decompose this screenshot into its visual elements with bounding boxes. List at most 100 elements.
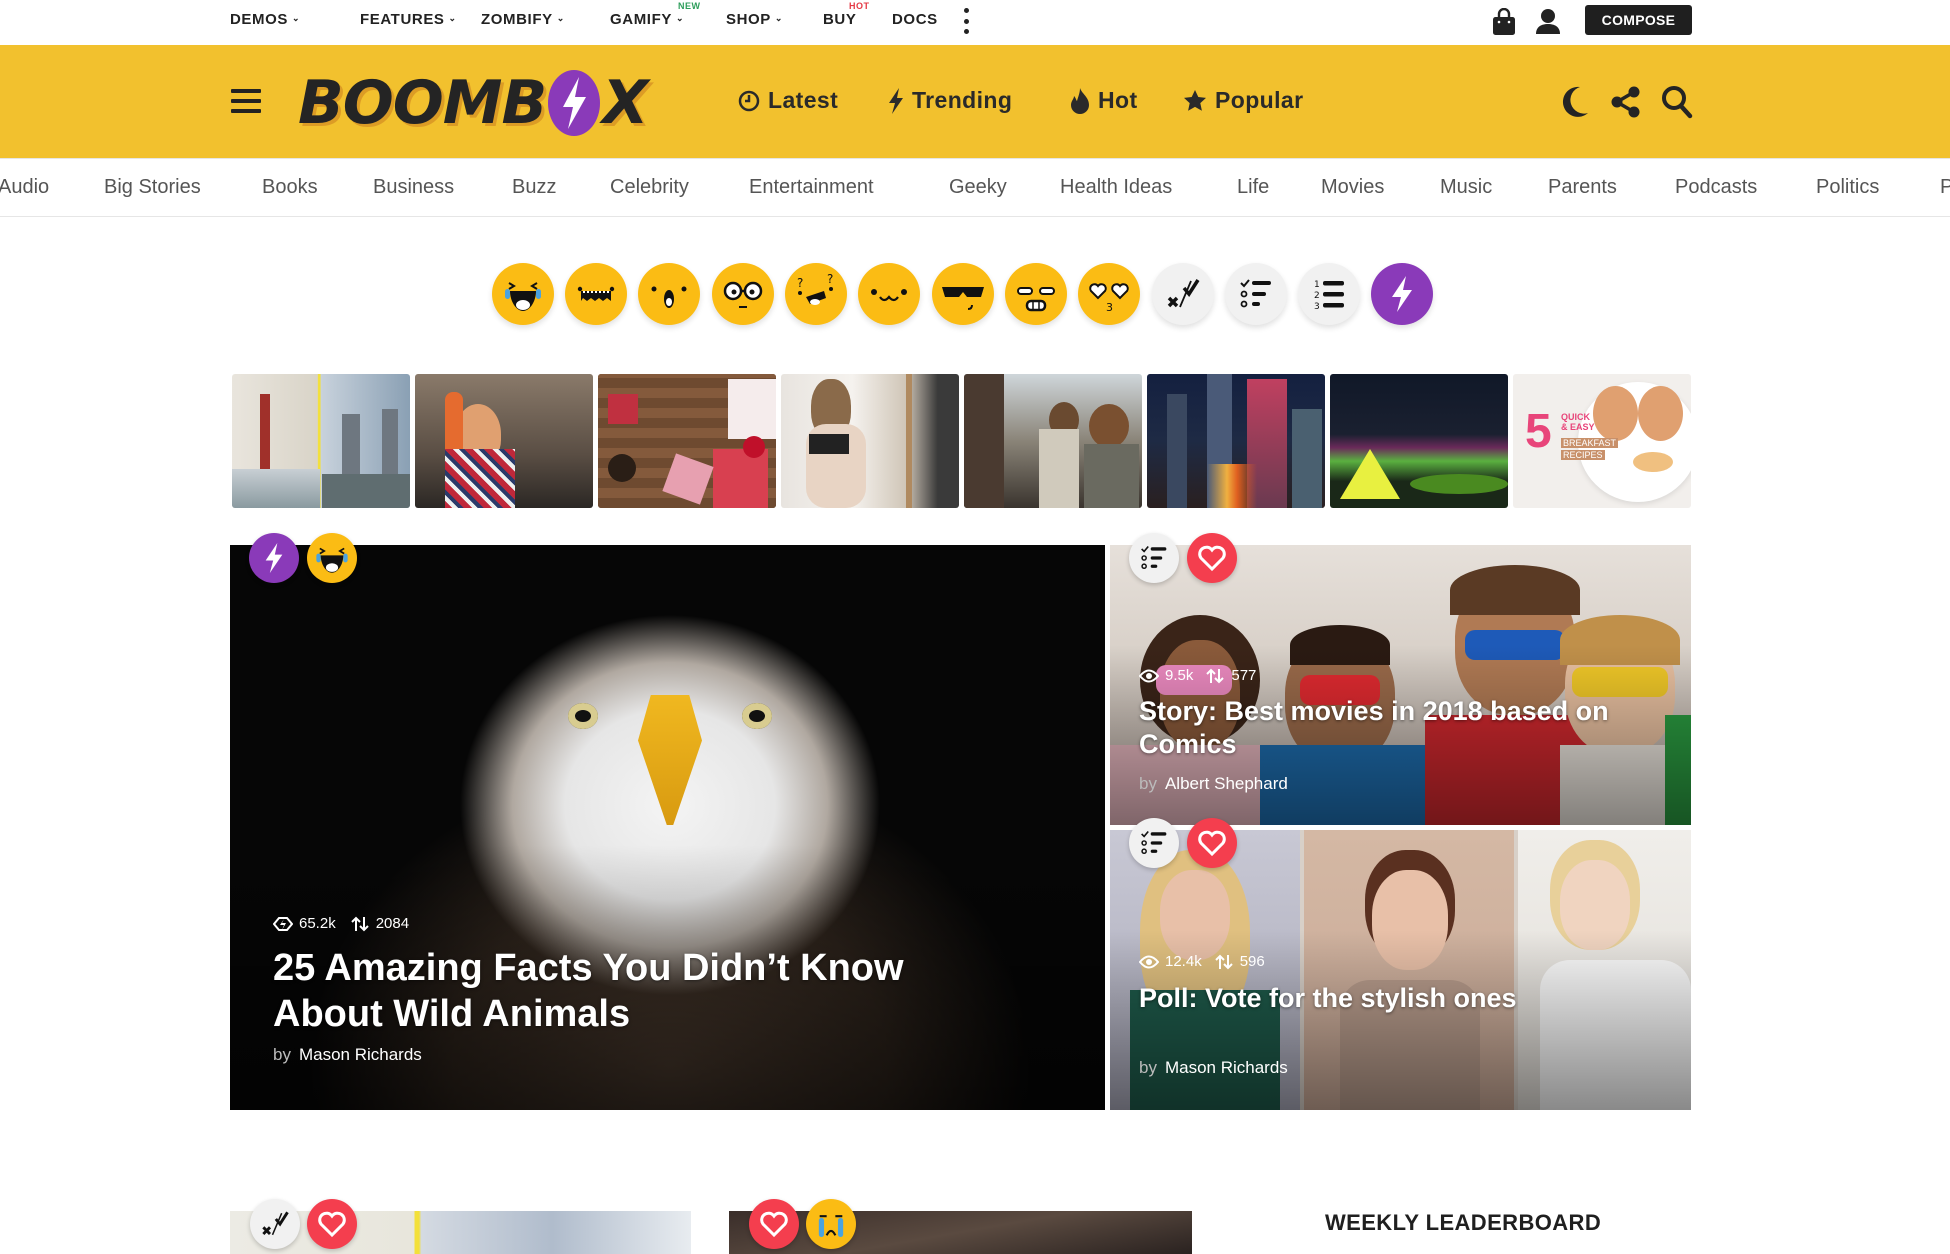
reaction-love[interactable]: 3 (1078, 263, 1140, 325)
bottom-card-2-love-badge[interactable] (749, 1199, 799, 1249)
author-link[interactable]: Albert Shephard (1165, 774, 1288, 793)
menu-label: GAMIFY (610, 11, 672, 28)
reaction-poll[interactable] (1225, 263, 1287, 325)
story-title[interactable]: Story: Best movies in 2018 based on Comi… (1139, 695, 1679, 761)
top-menu-zombify[interactable]: ZOMBIFY ⌄ (481, 11, 565, 28)
nav-popular[interactable]: Popular (1183, 87, 1303, 114)
author-link[interactable]: Mason Richards (299, 1045, 422, 1064)
reaction-angry[interactable] (1005, 263, 1067, 325)
reaction-omg[interactable] (565, 263, 627, 325)
thumbnail-gifts[interactable] (598, 374, 776, 508)
nav-trending[interactable]: Trending (888, 87, 1012, 114)
site-logo[interactable]: BOOMB X (298, 67, 683, 139)
reaction-list[interactable]: 123 (1298, 263, 1360, 325)
poll-icon (1141, 830, 1167, 855)
shares-icon (1206, 668, 1225, 683)
flame-icon (1071, 87, 1089, 114)
category-music[interactable]: Music (1440, 176, 1492, 199)
hamburger-menu-icon[interactable] (231, 89, 261, 118)
category-business[interactable]: Business (373, 176, 454, 199)
side-card-poll[interactable]: 12.4k 596 Poll: Vote for the stylish one… (1110, 830, 1691, 1110)
user-icon[interactable] (1534, 7, 1562, 40)
hero-trending-badge[interactable] (249, 533, 299, 583)
nav-hot[interactable]: Hot (1070, 87, 1138, 114)
top-menu-buy[interactable]: BUY HOT (823, 1, 869, 28)
hero-title[interactable]: 25 Amazing Facts You Didn’t Know About W… (273, 945, 993, 1037)
reaction-trivia-quiz[interactable] (1152, 263, 1214, 325)
category-big-stories[interactable]: Big Stories (104, 176, 201, 199)
reaction-trending[interactable] (1371, 263, 1433, 325)
thumbnail-bridges[interactable] (232, 374, 410, 508)
reaction-wow[interactable] (638, 263, 700, 325)
poll-card-poll-badge[interactable] (1129, 818, 1179, 868)
thumbnail-city-night[interactable] (1147, 374, 1325, 508)
thumbnail-concert[interactable] (964, 374, 1142, 508)
by-label: by (273, 1045, 291, 1064)
nav-latest[interactable]: Latest (738, 87, 838, 114)
nav-label: Latest (768, 87, 839, 113)
bottom-card-2[interactable] (729, 1211, 1192, 1254)
chevron-down-icon: ⌄ (774, 13, 784, 23)
reaction-confused[interactable]: ?? (785, 263, 847, 325)
top-menu-features[interactable]: FEATURES ⌄ (360, 11, 457, 28)
thumbnail-aurora-tent[interactable] (1330, 374, 1508, 508)
category-health-ideas[interactable]: Health Ideas (1060, 176, 1172, 199)
thumbnail-text: QUICK (1561, 412, 1590, 422)
category-more[interactable]: P (1940, 176, 1950, 199)
star-icon (1184, 89, 1206, 111)
svg-text:2: 2 (1314, 291, 1320, 301)
poll-title[interactable]: Poll: Vote for the stylish ones (1139, 982, 1679, 1015)
author-link[interactable]: Mason Richards (1165, 1058, 1288, 1077)
top-menu-gamify[interactable]: GAMIFY ⌄ NEW (610, 1, 700, 28)
poll-card-love-badge[interactable] (1187, 818, 1237, 868)
reaction-cute[interactable] (858, 263, 920, 325)
reaction-geeky[interactable] (712, 263, 774, 325)
thumbnail-breakfast-recipes[interactable]: 5 QUICK & EASY BREAKFAST RECIPES (1513, 374, 1691, 508)
category-geeky[interactable]: Geeky (949, 176, 1007, 199)
category-parents[interactable]: Parents (1548, 176, 1617, 199)
compose-button[interactable]: COMPOSE (1585, 5, 1692, 35)
bottom-card-1-quiz-badge[interactable] (250, 1199, 300, 1249)
lightning-icon (1392, 276, 1412, 312)
reaction-cool[interactable] (932, 263, 994, 325)
share-icon[interactable] (1611, 86, 1641, 123)
weekly-leaderboard-heading: WEEKLY LEADERBOARD (1325, 1210, 1602, 1235)
top-menu-demos[interactable]: DEMOS ⌄ (230, 11, 300, 28)
category-buzz[interactable]: Buzz (512, 176, 556, 199)
top-menu-docs[interactable]: DOCS (892, 11, 938, 28)
top-menu-shop[interactable]: SHOP ⌄ (726, 11, 783, 28)
chevron-down-icon: ⌄ (292, 13, 301, 23)
category-movies[interactable]: Movies (1321, 176, 1384, 199)
view-count: 12.4k (1165, 953, 1202, 970)
vertical-dots-icon[interactable] (962, 8, 970, 34)
story-poll-badge[interactable] (1129, 533, 1179, 583)
bottom-card-1-love-badge[interactable] (307, 1199, 357, 1249)
poll-icon (1240, 279, 1271, 308)
side-card-story[interactable]: 9.5k 577 Story: Best movies in 2018 base… (1110, 545, 1691, 825)
category-life[interactable]: Life (1237, 176, 1269, 199)
category-celebrity[interactable]: Celebrity (610, 176, 689, 199)
search-icon[interactable] (1661, 85, 1693, 124)
poll-stats: 12.4k 596 (1139, 953, 1265, 970)
category-audio[interactable]: Audio (0, 176, 49, 199)
menu-label: DEMOS (230, 11, 289, 28)
category-politics[interactable]: Politics (1816, 176, 1879, 199)
bottom-card-2-cry-badge[interactable] (806, 1199, 856, 1249)
views-icon (273, 916, 293, 931)
category-entertainment[interactable]: Entertainment (749, 176, 874, 199)
hero-lol-badge[interactable] (307, 533, 357, 583)
menu-label: DOCS (892, 11, 938, 28)
category-books[interactable]: Books (262, 176, 318, 199)
thumbnail-dj[interactable] (415, 374, 593, 508)
category-podcasts[interactable]: Podcasts (1675, 176, 1757, 199)
shopping-bag-icon[interactable] (1492, 7, 1516, 41)
reaction-lol[interactable] (492, 263, 554, 325)
thumbnail-woman-window[interactable] (781, 374, 959, 508)
view-count: 65.2k (299, 915, 336, 932)
chevron-down-icon: ⌄ (448, 13, 457, 23)
hero-card[interactable]: 65.2k 2084 25 Amazing Facts You Didn’t K… (230, 545, 1105, 1110)
story-byline: by Albert Shephard (1139, 774, 1288, 794)
story-love-badge[interactable] (1187, 533, 1237, 583)
by-label: by (1139, 1058, 1157, 1077)
moon-icon[interactable] (1560, 85, 1590, 122)
